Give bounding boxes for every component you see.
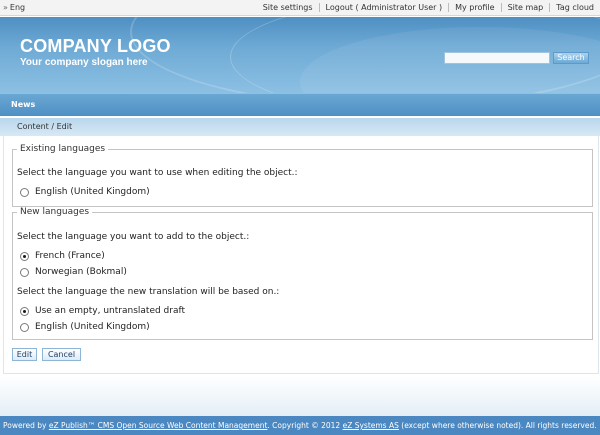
option-label: English (United Kingdom) [35,322,150,332]
new-language-option-french[interactable]: French (France) [20,251,105,261]
nav-item-news[interactable]: News [11,100,35,109]
search-input[interactable] [444,52,550,64]
footer-copyright: . Copyright © 2012 [267,421,341,430]
site-map-link[interactable]: Site map [500,3,550,12]
radio-button[interactable] [20,187,29,197]
main-navigation: News [0,93,600,116]
content-area: Existing languages Select the language y… [3,136,599,374]
footer-band [0,376,600,416]
site-header: COMPANY LOGO Your company slogan here Se… [0,17,600,93]
new-language-option-norwegian[interactable]: Norwegian (Bokmal) [20,267,127,277]
base-option-english[interactable]: English (United Kingdom) [20,322,150,332]
new-languages-prompt: Select the language you want to add to t… [17,232,250,242]
footer-product-link[interactable]: eZ Publish™ CMS Open Source Web Content … [49,421,268,430]
language-switcher[interactable]: » Eng [3,3,25,12]
company-logo[interactable]: COMPANY LOGO [20,36,171,57]
new-languages-legend: New languages [20,207,90,217]
breadcrumb: Content / Edit [0,118,600,136]
footer-powered-by: Powered by [3,421,47,430]
radio-button-selected[interactable] [20,251,29,261]
double-chevron-icon: » [3,3,8,12]
logout-link[interactable]: Logout ( Administrator User ) [318,3,449,12]
radio-button[interactable] [20,267,29,277]
existing-languages-prompt: Select the language you want to use when… [17,168,298,178]
breadcrumb-path: Content / Edit [17,122,73,131]
option-label: English (United Kingdom) [35,187,150,197]
site-settings-link[interactable]: Site settings [257,3,319,12]
base-language-prompt: Select the language the new translation … [17,287,280,297]
option-label: French (France) [35,251,105,261]
tag-cloud-link[interactable]: Tag cloud [549,3,600,12]
option-label: Norwegian (Bokmal) [35,267,127,277]
top-utility-bar: » Eng Site settings Logout ( Administrato… [0,0,600,16]
radio-button-selected[interactable] [20,306,29,316]
radio-button[interactable] [20,322,29,332]
site-footer: Powered by eZ Publish™ CMS Open Source W… [0,416,600,435]
language-label: Eng [9,3,26,12]
option-label: Use an empty, untranslated draft [35,306,186,316]
search-button[interactable]: Search [553,52,589,64]
cancel-button[interactable]: Cancel [42,348,81,361]
footer-rights: (except where otherwise noted). All righ… [401,421,597,430]
edit-button[interactable]: Edit [12,348,37,361]
existing-language-option[interactable]: English (United Kingdom) [20,187,150,197]
footer-company-link[interactable]: eZ Systems AS [343,421,399,430]
top-links: Site settings Logout ( Administrator Use… [257,3,600,12]
my-profile-link[interactable]: My profile [448,3,500,12]
base-option-empty-draft[interactable]: Use an empty, untranslated draft [20,306,185,316]
company-slogan: Your company slogan here [20,57,148,68]
existing-languages-legend: Existing languages [20,144,106,154]
